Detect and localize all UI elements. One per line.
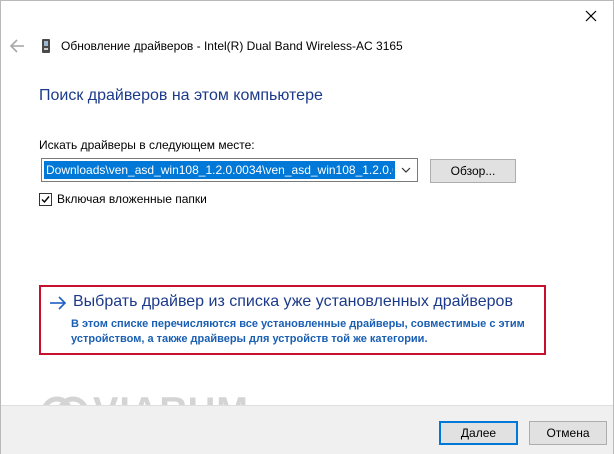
dropdown-button[interactable] (397, 161, 415, 179)
device-icon (42, 39, 50, 53)
choose-driver-description: В этом списке перечисляются все установл… (71, 318, 525, 345)
cancel-button-label: Отмена (546, 426, 590, 440)
cancel-button[interactable]: Отмена (529, 421, 607, 445)
browse-button-label: Обзор... (450, 164, 496, 178)
window-header: Обновление драйверов - Intel(R) Dual Ban… (1, 31, 613, 61)
window-title: Обновление драйверов - Intel(R) Dual Ban… (61, 39, 403, 53)
choose-driver-link-text[interactable]: Выбрать драйвер из списка уже установлен… (73, 293, 513, 311)
dialog-footer: Далее Отмена (1, 405, 613, 454)
include-subfolders-label: Включая вложенные папки (57, 192, 207, 206)
choose-from-list-option[interactable]: Выбрать драйвер из списка уже установлен… (39, 285, 546, 355)
search-path-combobox[interactable] (41, 158, 418, 182)
next-button[interactable]: Далее (439, 421, 518, 445)
page-title: Поиск драйверов на этом компьютере (39, 87, 323, 104)
close-button[interactable] (569, 1, 613, 31)
next-button-label: Далее (460, 426, 497, 440)
include-subfolders-checkbox[interactable] (39, 193, 52, 206)
browse-button[interactable]: Обзор... (430, 159, 516, 183)
checkmark-icon (41, 196, 50, 204)
search-path-input[interactable] (44, 161, 395, 179)
search-location-label: Искать драйверы в следующем месте: (39, 138, 255, 152)
chevron-down-icon (401, 167, 411, 173)
arrow-right-icon (50, 296, 67, 310)
driver-update-dialog: Обновление драйверов - Intel(R) Dual Ban… (0, 0, 614, 454)
close-icon (585, 10, 597, 22)
title-bar (1, 1, 613, 35)
